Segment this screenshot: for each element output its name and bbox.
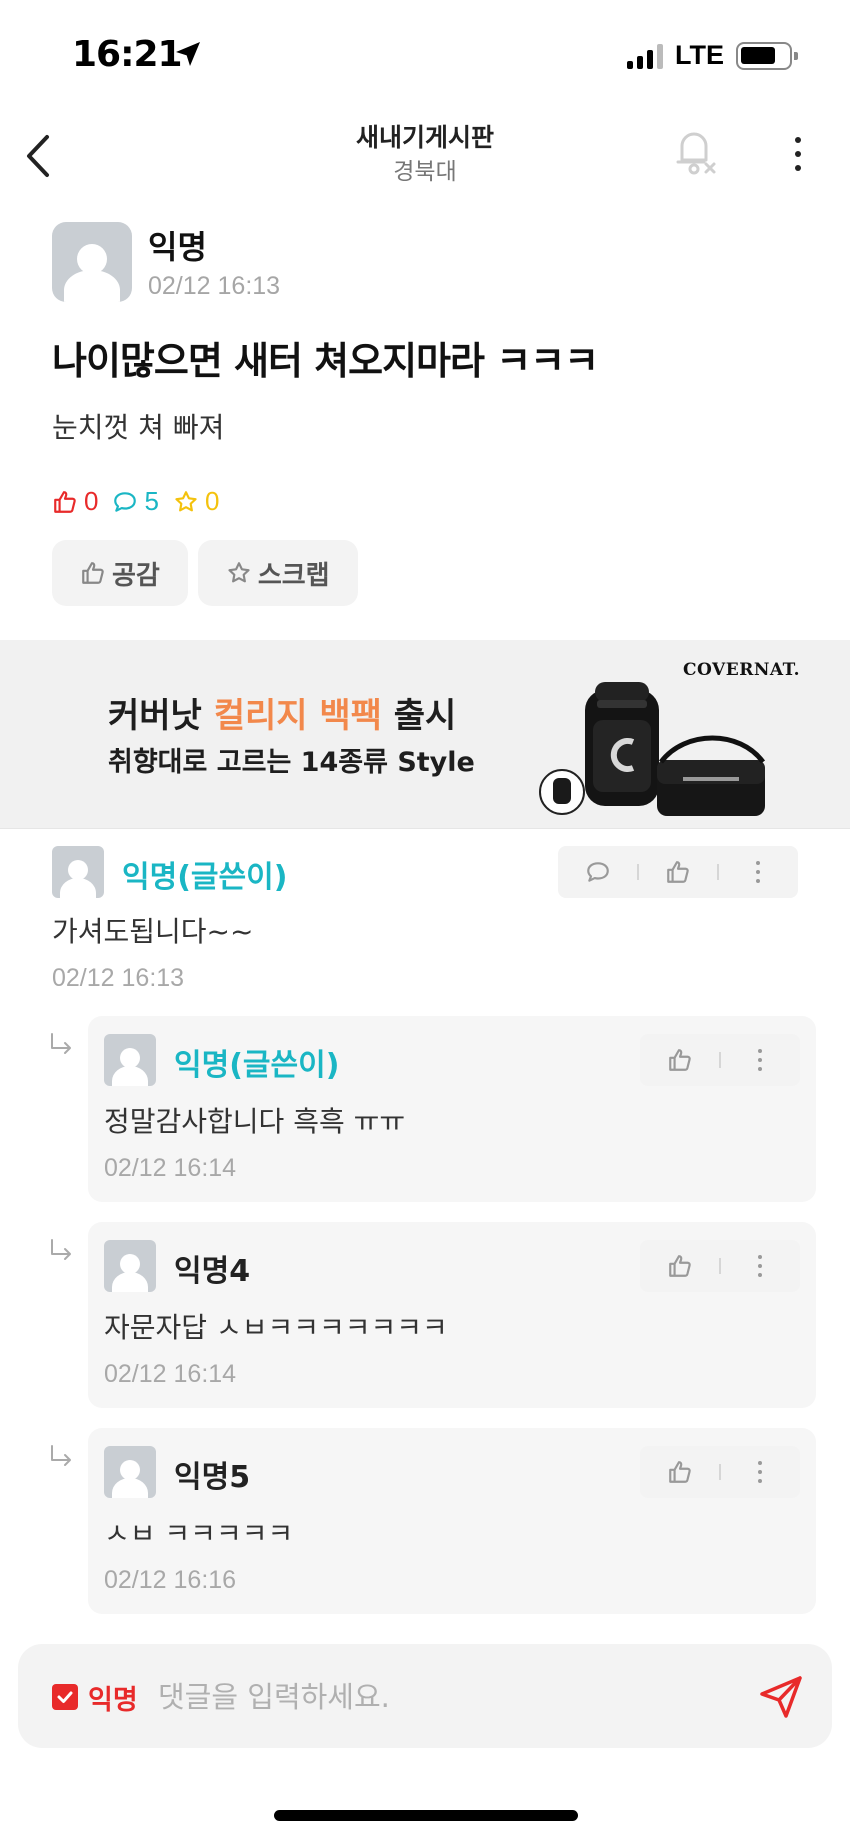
more-icon xyxy=(758,1049,763,1071)
network-label: LTE xyxy=(675,40,724,70)
post-body: 눈치껏 쳐 빠져 xyxy=(52,411,225,444)
star-icon xyxy=(175,490,197,511)
notification-toggle-button[interactable] xyxy=(668,122,720,182)
post-actions: 공감 스크랩 xyxy=(52,540,358,606)
post-title: 나이많으면 새터 쳐오지마라 ㅋㅋㅋ xyxy=(52,339,599,383)
scrap-button[interactable]: 스크랩 xyxy=(197,540,358,606)
reply-more-button[interactable] xyxy=(740,1040,780,1080)
comment-count-value: 5 xyxy=(144,486,159,516)
status-time: 16:21 xyxy=(72,34,183,75)
reply-more-button[interactable] xyxy=(740,1246,780,1286)
scrap-count: 0 xyxy=(173,486,219,517)
thumbs-up-icon xyxy=(54,490,76,513)
anonymous-label[interactable]: 익명 xyxy=(88,1678,138,1717)
page-title: 새내기게시판 xyxy=(355,123,494,152)
reply-tools xyxy=(640,1034,800,1086)
comment-input-bar: 익명 xyxy=(18,1644,832,1748)
star-icon xyxy=(228,562,250,583)
reply-box: 익명5 ㅅㅂ ㅋㅋㅋㅋㅋ 02/12 16:16 xyxy=(88,1428,816,1614)
more-icon xyxy=(756,861,761,883)
battery-icon xyxy=(736,41,798,70)
reply-time: 02/12 16:14 xyxy=(104,1360,237,1388)
thumbs-up-icon xyxy=(667,861,689,883)
send-icon xyxy=(760,1676,802,1718)
like-count-value: 0 xyxy=(84,486,99,516)
like-button[interactable]: 공감 xyxy=(52,540,188,606)
page-subtitle: 경북대 xyxy=(393,159,457,185)
comment-input[interactable] xyxy=(158,1672,718,1722)
reply-box: 익명4 자문자답 ㅅㅂㅋㅋㅋㅋㅋㅋㅋ 02/12 16:14 xyxy=(88,1222,816,1408)
post-author-avatar xyxy=(52,222,132,302)
reply-box: 익명(글쓴이) 정말감사합니다 흑흑 ㅠㅠ 02/12 16:14 xyxy=(88,1016,816,1202)
comment-more-button[interactable] xyxy=(738,852,778,892)
reply-author: 익명4 xyxy=(174,1254,251,1289)
reply-avatar xyxy=(104,1034,156,1086)
comment-like-button[interactable] xyxy=(658,852,698,892)
comment-time: 02/12 16:13 xyxy=(52,964,185,992)
more-icon xyxy=(758,1255,763,1277)
reply-like-button[interactable] xyxy=(660,1246,700,1286)
home-indicator[interactable] xyxy=(274,1810,578,1821)
comment-author: 익명(글쓴이) xyxy=(122,860,288,895)
scrap-button-label: 스크랩 xyxy=(257,560,330,591)
reply-author: 익명5 xyxy=(174,1460,251,1495)
thumbs-up-icon xyxy=(82,562,104,584)
checkbox-icon xyxy=(57,1691,73,1703)
reply-avatar xyxy=(104,1446,156,1498)
like-button-label: 공감 xyxy=(112,560,160,591)
comment-text: 가셔도됩니다~~ xyxy=(52,915,254,948)
scrap-count-value: 0 xyxy=(204,486,220,516)
send-button[interactable] xyxy=(756,1672,806,1722)
like-count: 0 xyxy=(52,486,98,517)
more-icon xyxy=(795,137,801,143)
status-bar: 16:21 LTE xyxy=(0,0,850,110)
comment-icon xyxy=(586,862,609,882)
reply-button[interactable] xyxy=(578,852,618,892)
more-icon xyxy=(758,1461,763,1483)
reply-text: ㅅㅂ ㅋㅋㅋㅋㅋ xyxy=(104,1517,294,1550)
reply-time: 02/12 16:14 xyxy=(104,1154,237,1182)
reply-like-button[interactable] xyxy=(660,1040,700,1080)
location-arrow-icon xyxy=(176,42,200,66)
backpack-image xyxy=(539,682,766,816)
header: 새내기게시판 경북대 xyxy=(0,110,850,200)
reply-arrow-icon xyxy=(51,1445,71,1466)
comment-avatar xyxy=(52,846,104,898)
reply-like-button[interactable] xyxy=(660,1452,700,1492)
reply-text: 정말감사합니다 흑흑 ㅠㅠ xyxy=(104,1105,406,1138)
reply-arrow-icon xyxy=(51,1033,71,1054)
anonymous-checkbox[interactable] xyxy=(52,1684,78,1710)
reply-tools xyxy=(640,1446,800,1498)
comment-tools xyxy=(558,846,798,898)
ad-headline-accent: 컬리지 백팩 xyxy=(213,696,382,736)
comments-divider xyxy=(0,828,850,829)
reply-tools xyxy=(640,1240,800,1292)
reply-more-button[interactable] xyxy=(740,1452,780,1492)
reply-text: 자문자답 ㅅㅂㅋㅋㅋㅋㅋㅋㅋ xyxy=(104,1311,448,1344)
reply-author: 익명(글쓴이) xyxy=(174,1048,340,1083)
ad-subline: 취향대로 고르는 14종류 Style xyxy=(108,747,475,778)
post-stats: 0 5 0 xyxy=(52,486,219,517)
reply-avatar xyxy=(104,1240,156,1292)
thumbs-up-icon xyxy=(668,1255,691,1277)
thumbs-up-icon xyxy=(668,1461,691,1483)
ad-banner[interactable]: 커버낫 컬리지 백팩 출시 취향대로 고르는 14종류 Style COVERN… xyxy=(0,640,850,828)
reply-arrow-icon xyxy=(51,1239,71,1260)
ad-headline: 커버낫 컬리지 백팩 출시 xyxy=(108,696,457,736)
comment-count: 5 xyxy=(112,486,159,517)
more-options-button[interactable] xyxy=(780,126,816,182)
bell-off-icon xyxy=(676,132,716,175)
signal-icon xyxy=(627,43,663,69)
reply-time: 02/12 16:16 xyxy=(104,1566,237,1594)
status-indicators: LTE xyxy=(627,40,798,71)
thumbs-up-icon xyxy=(668,1049,691,1071)
comment-icon xyxy=(114,491,137,512)
post-timestamp: 02/12 16:13 xyxy=(148,272,281,300)
post-author: 익명 xyxy=(148,228,207,266)
